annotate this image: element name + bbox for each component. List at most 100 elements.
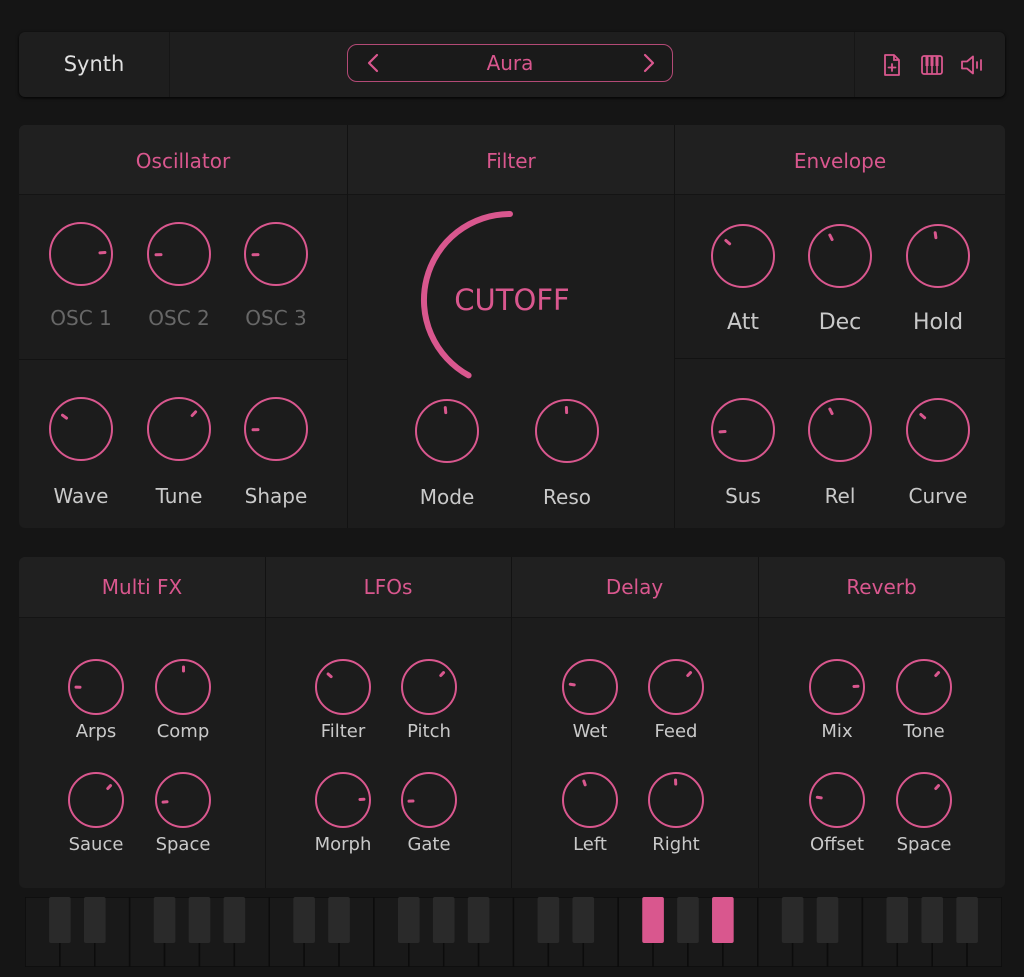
black-key-asharp2[interactable]	[223, 897, 246, 943]
reverb-knob-offset[interactable]	[809, 772, 865, 828]
knob-indicator	[933, 782, 941, 791]
cutoff-dial[interactable]: CUTOFF	[400, 190, 620, 410]
knob-indicator	[827, 233, 834, 242]
oscillator-label-osc-3: OSC 3	[245, 306, 307, 330]
filter-label-mode: Mode	[419, 485, 475, 509]
lfos-label-pitch: Pitch	[407, 721, 451, 742]
black-key-dsharp4[interactable]	[572, 897, 595, 943]
knob-indicator	[564, 405, 568, 415]
multi-fx-knob-arps[interactable]	[68, 659, 124, 715]
piano-keyboard[interactable]	[24, 896, 1003, 968]
divider	[854, 32, 855, 97]
delay-knob-right[interactable]	[648, 772, 704, 828]
knob-indicator	[406, 798, 415, 803]
lfos-knob-filter[interactable]	[315, 659, 371, 715]
preset-selector[interactable]: Aura	[347, 44, 673, 82]
new-file-icon[interactable]	[879, 52, 905, 78]
black-key-dsharp3[interactable]	[328, 897, 350, 943]
knob-indicator	[250, 428, 260, 432]
multi-fx-knob-sauce[interactable]	[68, 772, 124, 828]
knob-indicator	[568, 682, 576, 687]
divider	[19, 359, 347, 360]
delay-title: Delay	[605, 575, 664, 599]
black-key-fsharp3[interactable]	[398, 897, 420, 943]
black-key-fsharp4-active[interactable]	[642, 897, 664, 943]
delay-knob-feed[interactable]	[648, 659, 704, 715]
reverb-knob-tone[interactable]	[896, 659, 952, 715]
knob-indicator	[105, 782, 113, 791]
black-key-asharp4-active[interactable]	[712, 897, 734, 943]
knob-indicator	[153, 253, 163, 257]
knob-indicator	[685, 669, 693, 678]
oscillator-knob-osc-1[interactable]	[49, 222, 113, 286]
envelope-knob-dec[interactable]	[808, 224, 872, 288]
black-key-csharp4[interactable]	[537, 897, 560, 943]
black-key-fsharp2[interactable]	[153, 897, 176, 943]
reverb-knob-space[interactable]	[896, 772, 952, 828]
delay-label-right: Right	[652, 834, 700, 855]
oscillator-knob-shape[interactable]	[244, 397, 308, 461]
knob-indicator	[581, 778, 587, 787]
multi-fx-knob-comp[interactable]	[155, 659, 211, 715]
envelope-knob-att[interactable]	[711, 224, 775, 288]
oscillator-title: Oscillator	[135, 149, 231, 173]
envelope-knob-hold[interactable]	[906, 224, 970, 288]
oscillator-label-shape: Shape	[244, 484, 308, 508]
envelope-title: Envelope	[793, 149, 887, 173]
filter-knob-reso[interactable]	[535, 399, 599, 463]
delay-knob-left[interactable]	[562, 772, 618, 828]
preset-name[interactable]: Aura	[348, 45, 672, 81]
knob-indicator	[827, 407, 834, 416]
black-key-gsharp3[interactable]	[432, 897, 455, 943]
knob-indicator	[717, 429, 727, 434]
knob-indicator	[357, 797, 366, 801]
multi-fx-label-space: Space	[155, 834, 211, 855]
lfos-knob-morph[interactable]	[315, 772, 371, 828]
black-key-csharp3[interactable]	[293, 897, 315, 943]
black-key-asharp5[interactable]	[956, 897, 978, 943]
black-key-gsharp2[interactable]	[188, 897, 211, 943]
reverb-title: Reverb	[846, 575, 917, 599]
oscillator-knob-osc-2[interactable]	[147, 222, 211, 286]
lfos-knob-gate[interactable]	[401, 772, 457, 828]
oscillator-knob-tune[interactable]	[147, 397, 211, 461]
divider	[265, 557, 266, 888]
divider	[675, 358, 1005, 359]
oscillator-knob-osc-3[interactable]	[244, 222, 308, 286]
piano-keyboard-icon[interactable]	[919, 52, 945, 78]
multi-fx-label-comp: Comp	[156, 721, 210, 742]
reverb-knob-mix[interactable]	[809, 659, 865, 715]
knob-indicator	[851, 684, 860, 688]
envelope-knob-curve[interactable]	[906, 398, 970, 462]
multi-fx-knob-space[interactable]	[155, 772, 211, 828]
knob-indicator	[250, 253, 260, 257]
black-key-csharp2[interactable]	[49, 897, 71, 943]
lfos-title: LFOs	[363, 575, 413, 599]
black-key-dsharp5[interactable]	[816, 897, 839, 943]
black-key-csharp5[interactable]	[781, 897, 804, 943]
oscillator-knob-wave[interactable]	[49, 397, 113, 461]
black-key-asharp3[interactable]	[467, 897, 490, 943]
black-key-gsharp4[interactable]	[677, 897, 699, 943]
lfos-knob-pitch[interactable]	[401, 659, 457, 715]
divider	[347, 125, 348, 528]
cutoff-label: CUTOFF	[454, 283, 569, 317]
knob-indicator	[73, 685, 82, 689]
knob-indicator	[189, 409, 198, 418]
black-key-fsharp5[interactable]	[886, 897, 909, 943]
envelope-knob-rel[interactable]	[808, 398, 872, 462]
knob-indicator	[181, 665, 185, 672]
knob-indicator	[438, 669, 446, 678]
chevron-right-icon[interactable]	[636, 51, 660, 75]
delay-knob-wet[interactable]	[562, 659, 618, 715]
envelope-knob-sus[interactable]	[711, 398, 775, 462]
knob-indicator	[673, 777, 677, 786]
knob-indicator	[723, 238, 732, 246]
black-key-dsharp2[interactable]	[83, 897, 106, 943]
speaker-icon[interactable]	[959, 52, 985, 78]
filter-knob-mode[interactable]	[415, 399, 479, 463]
lfos-label-gate: Gate	[407, 834, 451, 855]
piano-keys[interactable]	[24, 896, 1003, 968]
divider	[511, 557, 512, 888]
black-key-gsharp5[interactable]	[921, 897, 944, 943]
